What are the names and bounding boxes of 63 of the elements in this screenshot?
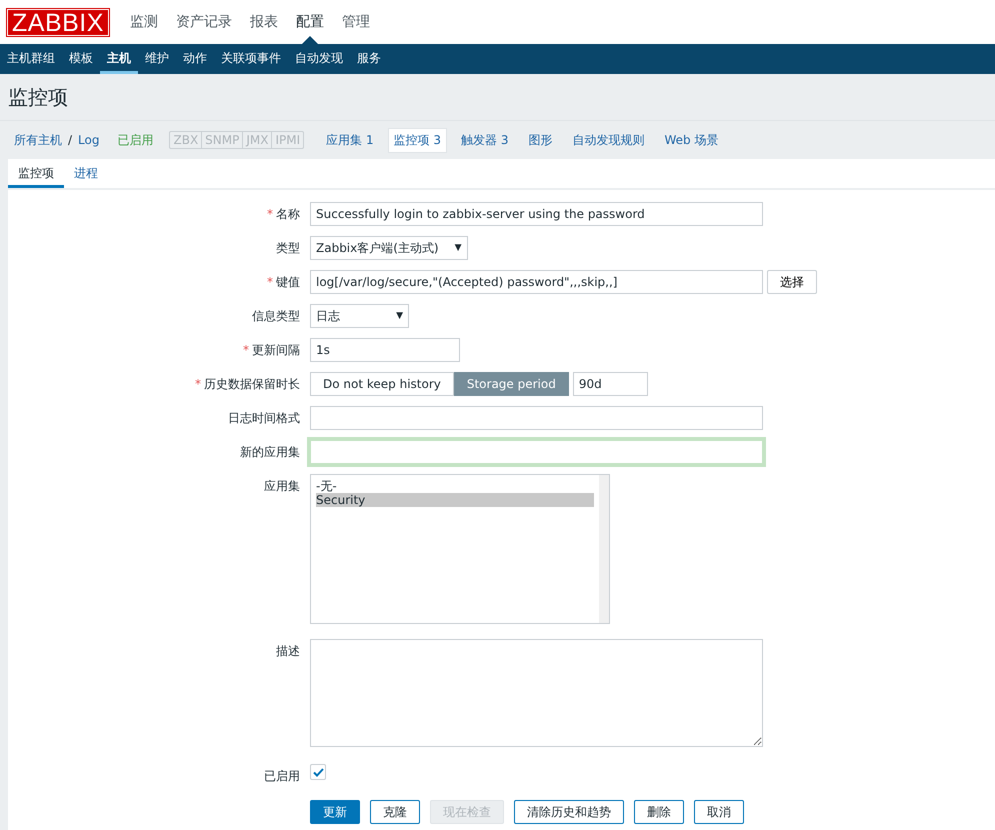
- field-label: 描述: [275, 643, 300, 660]
- application-list[interactable]: -无- Security: [310, 474, 610, 624]
- field-label: 应用集: [263, 478, 300, 495]
- action-button[interactable]: 清除历史和趋势: [514, 800, 624, 824]
- availability-label: IPMI: [274, 132, 302, 148]
- text-field[interactable]: Successfully login to zabbix-server using the password: [310, 202, 763, 226]
- submenu-item[interactable]: 服务: [350, 44, 388, 74]
- menu-item[interactable]: 资产记录: [166, 0, 241, 44]
- list-item[interactable]: Security: [316, 493, 594, 507]
- text-field[interactable]: 1s: [310, 338, 460, 362]
- action-button[interactable]: 更新: [310, 800, 360, 824]
- submenu-item[interactable]: 动作: [176, 44, 214, 74]
- description-field[interactable]: [310, 639, 763, 747]
- field-label: 信息类型: [251, 308, 300, 325]
- submenu-item[interactable]: 自动发现: [288, 44, 350, 74]
- menu-item[interactable]: 管理: [332, 0, 379, 44]
- field-label: 类型: [275, 240, 300, 257]
- text-field[interactable]: [310, 440, 763, 464]
- availability-label: SNMP: [202, 132, 244, 148]
- scrollbar[interactable]: [599, 475, 609, 623]
- submenu-item[interactable]: 模板: [62, 44, 100, 74]
- page-title: 监控项: [0, 74, 995, 121]
- host-nav-link[interactable]: 自动发现规则: [566, 128, 651, 152]
- field-label: 已启用: [263, 768, 300, 785]
- dropdown[interactable]: 日志 ▼: [310, 304, 409, 328]
- check-icon: [312, 768, 324, 776]
- host-nav-link[interactable]: 图形: [522, 128, 559, 152]
- action-button[interactable]: 删除: [634, 800, 684, 824]
- tab[interactable]: 进程: [64, 159, 108, 188]
- submenu-item[interactable]: 主机: [100, 44, 138, 74]
- list-item[interactable]: -无-: [316, 479, 594, 493]
- tab[interactable]: 监控项: [8, 159, 64, 188]
- menu-item[interactable]: 监测: [120, 0, 167, 44]
- logo[interactable]: ZABBIX: [7, 8, 109, 36]
- field-label: 新的应用集: [239, 444, 300, 461]
- select-button[interactable]: 选择: [767, 270, 817, 294]
- status-text: 已启用: [117, 132, 154, 148]
- host-nav-link[interactable]: Web 场景: [658, 128, 724, 152]
- menu-item[interactable]: 报表: [240, 0, 287, 44]
- field-label: * 名称: [266, 206, 300, 223]
- checkbox[interactable]: [310, 764, 326, 780]
- breadcrumb-link[interactable]: Log: [78, 133, 100, 147]
- action-button[interactable]: 取消: [694, 800, 744, 824]
- action-button[interactable]: 克隆: [370, 800, 420, 824]
- text-field[interactable]: [310, 406, 763, 430]
- host-nav-link[interactable]: 监控项 3: [388, 128, 448, 152]
- field-label: 日志时间格式: [227, 410, 300, 427]
- breadcrumb-separator: /: [68, 133, 72, 147]
- storage-period-field[interactable]: 90d: [572, 372, 648, 396]
- availability-label: ZBX: [170, 132, 202, 148]
- field-label: * 更新间隔: [242, 342, 300, 359]
- host-nav-link[interactable]: 触发器 3: [455, 128, 515, 152]
- availability-label: JMX: [243, 132, 272, 148]
- field-label: * 历史数据保留时长: [194, 376, 300, 393]
- submenu-item[interactable]: 主机群组: [0, 44, 62, 74]
- dropdown[interactable]: Zabbix客户端(主动式) ▼: [310, 236, 468, 260]
- submenu-item[interactable]: 关联项事件: [214, 44, 288, 74]
- key-field[interactable]: log[/var/log/secure,"(Accepted) password",,,skip,,]: [310, 270, 763, 294]
- breadcrumb-link[interactable]: 所有主机: [14, 132, 62, 148]
- field-label: * 键值: [266, 274, 300, 291]
- submenu-item[interactable]: 维护: [138, 44, 176, 74]
- segment-button[interactable]: Do not keep history: [310, 372, 454, 396]
- host-nav-link[interactable]: 应用集 1: [320, 128, 380, 152]
